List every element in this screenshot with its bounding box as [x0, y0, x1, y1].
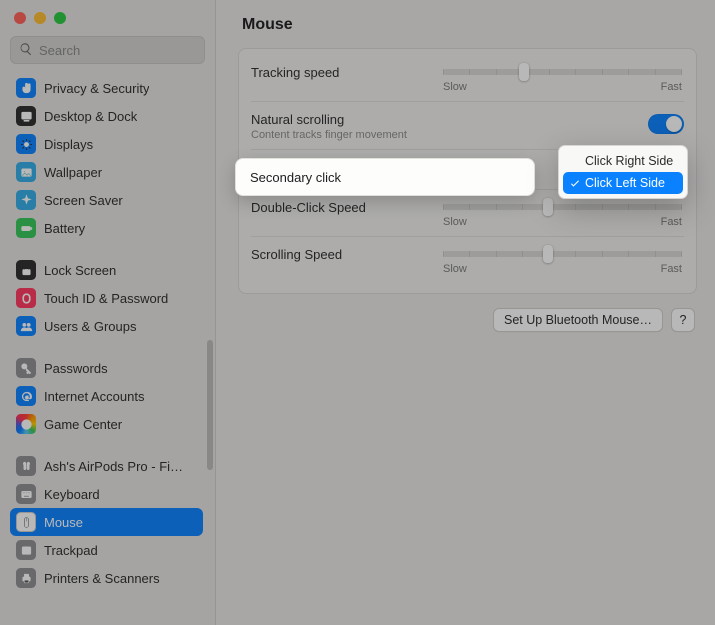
sidebar-item-label: Desktop & Dock	[44, 109, 137, 124]
secondary-click-callout[interactable]: Secondary click	[235, 158, 535, 196]
mouse-icon	[16, 512, 36, 532]
dock-icon	[16, 106, 36, 126]
tracking-speed-max: Fast	[661, 81, 682, 93]
sidebar-item-label: Keyboard	[44, 487, 100, 502]
double-click-thumb[interactable]	[543, 198, 553, 216]
search-input[interactable]	[39, 43, 196, 58]
sidebar-item-users-groups[interactable]: Users & Groups	[10, 312, 203, 340]
row-natural-scrolling: Natural scrolling Content tracks finger …	[251, 101, 684, 149]
main-content: Mouse Tracking speed Slow Fast	[216, 0, 715, 625]
setup-bluetooth-mouse-button[interactable]: Set Up Bluetooth Mouse…	[493, 308, 663, 332]
row-scrolling-speed: Scrolling Speed Slow Fast	[251, 236, 684, 283]
search-icon	[19, 42, 39, 59]
sidebar-item-label: Touch ID & Password	[44, 291, 168, 306]
sidebar-item-label: Internet Accounts	[44, 389, 144, 404]
menu-item-label: Click Left Side	[585, 176, 665, 190]
game-icon	[16, 414, 36, 434]
secondary-click-menu: Click Right Side Click Left Side	[558, 145, 688, 199]
sidebar-item-label: Battery	[44, 221, 85, 236]
at-icon	[16, 386, 36, 406]
sidebar-list: Privacy & Security Desktop & Dock Displays…	[10, 74, 205, 615]
natural-scrolling-sublabel: Content tracks finger movement	[251, 129, 441, 141]
menu-item-click-right-side[interactable]: Click Right Side	[563, 150, 683, 172]
natural-scrolling-label: Natural scrolling	[251, 112, 441, 127]
sidebar-item-mouse[interactable]: Mouse	[10, 508, 203, 536]
users-icon	[16, 316, 36, 336]
sidebar-item-battery[interactable]: Battery	[10, 214, 203, 242]
sidebar-item-label: Displays	[44, 137, 93, 152]
double-click-max: Fast	[661, 216, 682, 228]
sidebar-item-label: Wallpaper	[44, 165, 102, 180]
sidebar-item-game-center[interactable]: Game Center	[10, 410, 203, 438]
checkmark-icon	[569, 177, 581, 189]
sidebar-item-label: Lock Screen	[44, 263, 116, 278]
row-tracking-speed: Tracking speed Slow Fast	[251, 55, 684, 101]
keyboard-icon	[16, 484, 36, 504]
sidebar-item-label: Printers & Scanners	[44, 571, 160, 586]
tracking-speed-label: Tracking speed	[251, 65, 441, 80]
sidebar-item-label: Passwords	[44, 361, 108, 376]
sparkle-icon	[16, 190, 36, 210]
menu-item-click-left-side[interactable]: Click Left Side	[563, 172, 683, 194]
battery-icon	[16, 218, 36, 238]
sidebar-item-label: Ash's AirPods Pro - Fi…	[44, 459, 183, 474]
sidebar-item-ash-s-airpods-pro-fi[interactable]: Ash's AirPods Pro - Fi…	[10, 452, 203, 480]
tracking-speed-min: Slow	[443, 81, 467, 93]
sidebar-scrollbar[interactable]	[207, 340, 213, 470]
photo-icon	[16, 162, 36, 182]
scrolling-speed-label: Scrolling Speed	[251, 247, 441, 262]
close-window-button[interactable]	[14, 12, 26, 24]
sidebar: Privacy & Security Desktop & Dock Displays…	[0, 0, 216, 625]
sidebar-item-displays[interactable]: Displays	[10, 130, 203, 158]
minimize-window-button[interactable]	[34, 12, 46, 24]
sidebar-item-trackpad[interactable]: Trackpad	[10, 536, 203, 564]
key-icon	[16, 358, 36, 378]
printer-icon	[16, 568, 36, 588]
sidebar-item-wallpaper[interactable]: Wallpaper	[10, 158, 203, 186]
trackpad-icon	[16, 540, 36, 560]
double-click-label: Double-Click Speed	[251, 200, 441, 215]
menu-item-label: Click Right Side	[585, 154, 673, 168]
sidebar-item-touch-id-password[interactable]: Touch ID & Password	[10, 284, 203, 312]
sidebar-item-internet-accounts[interactable]: Internet Accounts	[10, 382, 203, 410]
double-click-min: Slow	[443, 216, 467, 228]
page-title: Mouse	[238, 16, 697, 34]
sidebar-item-keyboard[interactable]: Keyboard	[10, 480, 203, 508]
scrolling-speed-max: Fast	[661, 263, 682, 275]
sidebar-item-privacy-security[interactable]: Privacy & Security	[10, 74, 203, 102]
natural-scrolling-toggle[interactable]	[648, 114, 684, 134]
sidebar-item-lock-screen[interactable]: Lock Screen	[10, 256, 203, 284]
search-field[interactable]	[10, 36, 205, 64]
sidebar-item-label: Mouse	[44, 515, 83, 530]
footer-buttons: Set Up Bluetooth Mouse… ?	[238, 308, 697, 332]
sidebar-item-label: Game Center	[44, 417, 122, 432]
sidebar-item-label: Users & Groups	[44, 319, 136, 334]
airpods-icon	[16, 456, 36, 476]
sidebar-item-label: Trackpad	[44, 543, 98, 558]
window-controls	[10, 8, 205, 36]
sidebar-item-passwords[interactable]: Passwords	[10, 354, 203, 382]
scrolling-speed-slider[interactable]	[443, 251, 682, 257]
help-button[interactable]: ?	[671, 308, 695, 332]
scrolling-speed-thumb[interactable]	[543, 245, 553, 263]
scrolling-speed-min: Slow	[443, 263, 467, 275]
sun-icon	[16, 134, 36, 154]
zoom-window-button[interactable]	[54, 12, 66, 24]
sidebar-item-printers-scanners[interactable]: Printers & Scanners	[10, 564, 203, 592]
double-click-slider[interactable]	[443, 204, 682, 210]
tracking-speed-slider[interactable]	[443, 69, 682, 75]
sidebar-item-desktop-dock[interactable]: Desktop & Dock	[10, 102, 203, 130]
lock-icon	[16, 260, 36, 280]
tracking-speed-thumb[interactable]	[519, 63, 529, 81]
sidebar-item-label: Privacy & Security	[44, 81, 149, 96]
sidebar-item-screen-saver[interactable]: Screen Saver	[10, 186, 203, 214]
sidebar-item-label: Screen Saver	[44, 193, 123, 208]
finger-icon	[16, 288, 36, 308]
secondary-click-label: Secondary click	[250, 170, 341, 185]
hand-icon	[16, 78, 36, 98]
